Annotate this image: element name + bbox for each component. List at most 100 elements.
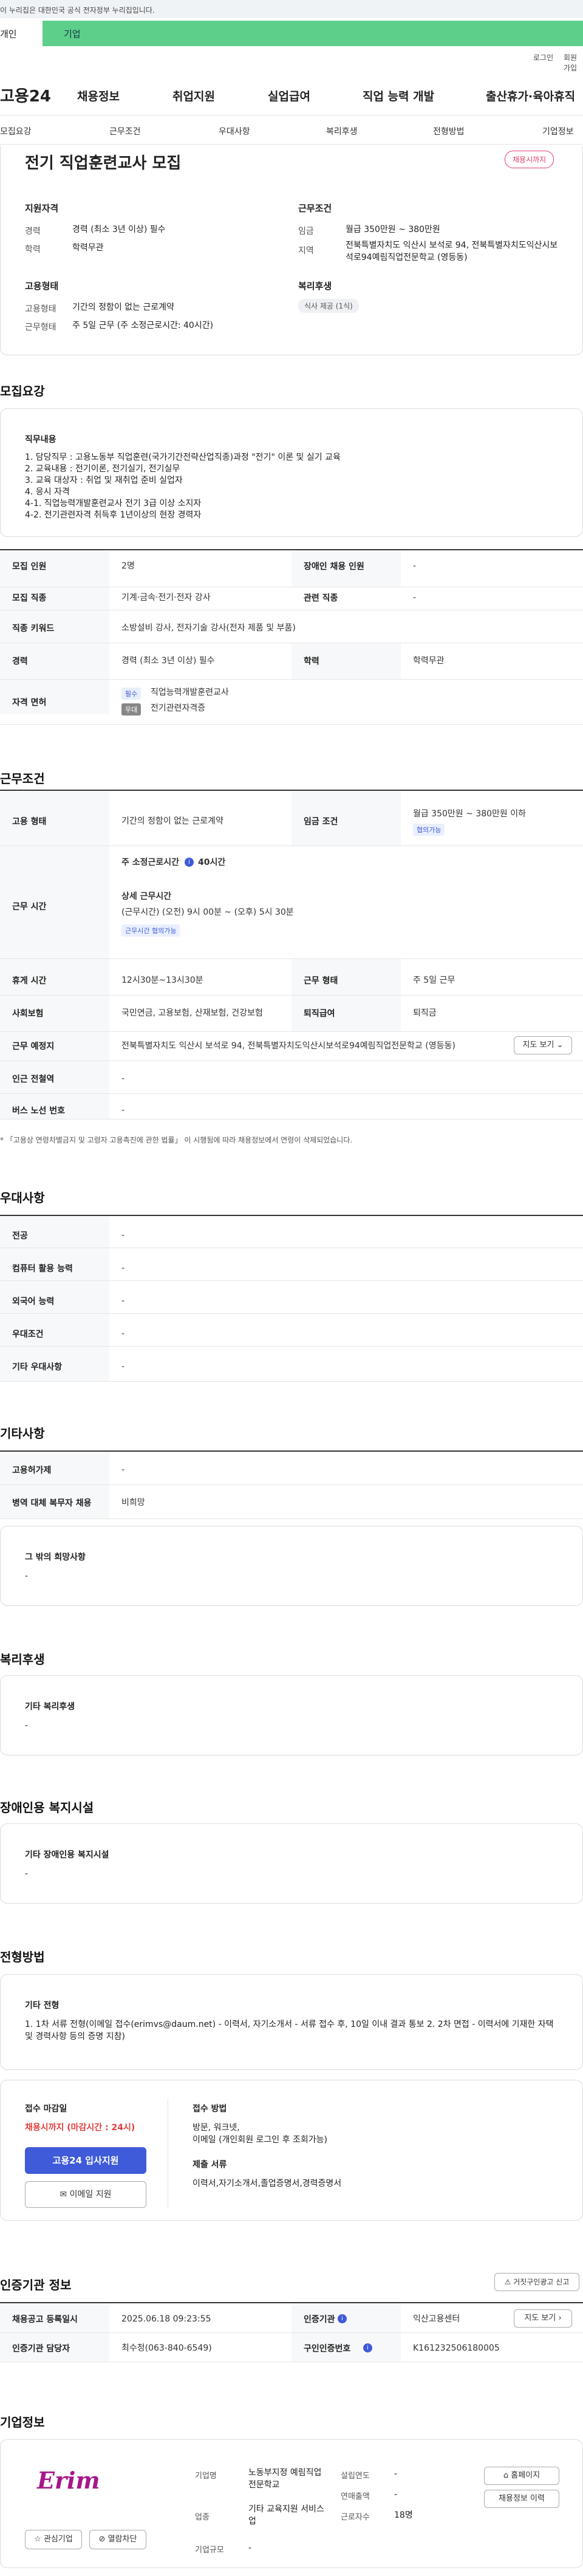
- menu-unemployment[interactable]: 실업급여: [268, 87, 310, 104]
- area-value: 전북특별자치도 익산시 보석로 94, 전북특별자치도익산시보석로94예림직업전…: [346, 241, 558, 262]
- cert-heading: 인증기관 정보: [0, 2278, 72, 2292]
- biz-label: 업종: [195, 2513, 210, 2522]
- time-week-value: 40시간: [198, 858, 226, 867]
- time-week-label: 주 소정근로시간: [121, 858, 180, 867]
- email-apply-button[interactable]: ✉ 이메일 지원: [25, 2181, 146, 2208]
- anchor-welfare[interactable]: 복리후생: [326, 125, 358, 137]
- time-detail-title: 상세 근무시간: [121, 892, 172, 901]
- duty-line: 2. 교육내용 : 전기이론, 전기실기, 전기실무: [25, 464, 180, 474]
- th-job-type: 모집 직종: [12, 593, 47, 603]
- tab-company[interactable]: 기업: [43, 21, 583, 46]
- info-icon[interactable]: i: [338, 2314, 347, 2323]
- career-label: 경력: [25, 227, 41, 236]
- biz-value: 기타 교육지원 서비스업: [248, 2504, 324, 2526]
- license-value-2: 전기관련자격증: [151, 703, 206, 713]
- etc-heading: 기타사항: [0, 1426, 45, 1441]
- deadline-title: 접수 마감일: [25, 2104, 67, 2114]
- anchor-company[interactable]: 기업정보: [542, 125, 574, 137]
- td-cert-no: K161232506180005: [413, 2343, 500, 2353]
- th-subway: 인근 전철역: [12, 1074, 55, 1084]
- history-button[interactable]: 채용정보 이력: [484, 2490, 559, 2508]
- info-icon[interactable]: i: [185, 858, 194, 867]
- duty-line: 3. 교육 대상자 : 취업 및 재취업 준비 실업자: [25, 476, 183, 485]
- block-icon: ⊘: [98, 2535, 106, 2544]
- menu-jobs[interactable]: 채용정보: [77, 87, 120, 104]
- welfare-heading: 복리후생: [298, 281, 332, 292]
- anchor-conditions[interactable]: 근무조건: [109, 125, 141, 137]
- work-value: 주 5일 근무 (주 소정근로시간: 40시간): [72, 321, 214, 330]
- etc-wish-card: 그 밖의 희망사항 -: [0, 1526, 583, 1606]
- block-company-button[interactable]: ⊘ 열람차단: [89, 2530, 146, 2549]
- td-permit: -: [121, 1465, 125, 1475]
- home-icon: ⌂: [503, 2471, 509, 2480]
- td-wage: 월급 350만원 ~ 380만원 이하: [413, 809, 527, 819]
- util-links: 로그인 회원가입: [0, 50, 583, 72]
- tab-personal[interactable]: 개인: [0, 21, 24, 46]
- scale-value: -: [248, 2543, 252, 2553]
- apply-button[interactable]: 고용24 입사지원: [25, 2147, 146, 2174]
- th-disabled-count: 장애인 채용 인원: [304, 562, 364, 572]
- status-badge: 채용시까지: [505, 151, 554, 168]
- star-icon: ☆: [34, 2535, 41, 2544]
- td-cert-manager: 최수정(063-840-6549): [121, 2343, 212, 2353]
- wage-label: 임금: [298, 227, 314, 236]
- career-value: 경력 (최소 3년 이상) 필수: [72, 225, 166, 234]
- docs-value: 이력서,자기소개서,졸업증명서,경력증명서: [193, 2179, 342, 2188]
- cert-map-button[interactable]: 지도 보기 ›: [514, 2309, 572, 2328]
- disabled-card: 기타 장애인용 복지시설 -: [0, 1823, 583, 1904]
- company-heading: 기업정보: [0, 2415, 45, 2430]
- site-logo[interactable]: 고용24: [0, 84, 51, 106]
- menu-parental-leave[interactable]: 출산휴가·육아휴직: [486, 87, 575, 104]
- menu-training[interactable]: 직업 능력 개발: [363, 87, 434, 104]
- favorite-company-button[interactable]: ☆ 관심기업: [25, 2530, 82, 2549]
- welfare-box-value: -: [25, 1721, 29, 1730]
- emp-value: 기간의 정함이 없는 근로계약: [72, 302, 174, 312]
- cond-heading: 근무조건: [298, 203, 332, 214]
- td-reg-date: 2025.06.18 09:23:55: [121, 2314, 211, 2324]
- company-name-label: 기업명: [195, 2472, 217, 2481]
- chevron-right-icon: ›: [558, 2314, 562, 2323]
- th-wage: 임금 조건: [304, 817, 338, 827]
- info-icon[interactable]: i: [363, 2343, 372, 2352]
- td-bus: -: [121, 1105, 125, 1115]
- process-etc-value: 1. 1차 서류 전형(이메일 접수(erimvs@daum.net) - 이력…: [25, 2020, 554, 2041]
- process-etc-card: 기타 전형 1. 1차 서류 전형(이메일 접수(erimvs@daum.net…: [0, 1974, 583, 2070]
- td-major: -: [121, 1231, 125, 1240]
- th-place: 근무 예정지: [12, 1042, 55, 1051]
- th-emp: 고용 형태: [12, 817, 47, 827]
- anchor-recruit[interactable]: 모집요강: [0, 125, 32, 137]
- td-cert-org: 익산고용센터: [413, 2314, 460, 2324]
- td-edu: 학력무관: [413, 656, 445, 666]
- emp-label: 고용형태: [25, 304, 56, 314]
- time-negotiable-tag: 근무시간 협의가능: [121, 924, 180, 937]
- emp-heading: 고용형태: [25, 281, 59, 292]
- th-computer: 컴퓨터 활용 능력: [12, 1264, 73, 1274]
- conditions-heading: 근무조건: [0, 771, 45, 786]
- th-permit: 고용허가제: [12, 1466, 52, 1475]
- td-computer: -: [121, 1263, 125, 1273]
- anchor-preference[interactable]: 우대사항: [219, 125, 250, 137]
- company-card: Erim ☆ 관심기업 ⊘ 열람차단 기업명 노동부지정 예림직업전문학교 업종…: [0, 2439, 583, 2568]
- welfare-card: 기타 복리후생 -: [0, 1675, 583, 1755]
- td-count: 2명: [121, 561, 135, 571]
- th-career: 경력: [12, 657, 28, 666]
- report-button[interactable]: ⚠ 거짓구인광고 신고: [494, 2273, 579, 2291]
- duty-card: 직무내용 1. 담당직무 : 고용노동부 직업훈련(국가기간전략산업직종)과정 …: [0, 408, 583, 537]
- th-major: 전공: [12, 1231, 28, 1241]
- th-military: 병역 대체 복무자 채용: [12, 1498, 92, 1508]
- process-etc-title: 기타 전형: [25, 2001, 60, 2011]
- login-link[interactable]: 로그인: [533, 52, 553, 63]
- th-insurance: 사회보험: [12, 1009, 44, 1019]
- homepage-button[interactable]: ⌂ 홈페이지: [484, 2467, 559, 2485]
- disabled-box-value: -: [25, 1869, 29, 1879]
- gov-banner-text: 이 누리집은 대한민국 공식 전자정부 누리집입니다.: [0, 6, 155, 15]
- map-button[interactable]: 지도 보기 ⌄: [514, 1036, 572, 1054]
- th-rest: 휴게 시간: [12, 976, 47, 986]
- method-value: 방문, 워크넷,: [193, 2123, 240, 2133]
- method-title: 접수 방법: [193, 2104, 227, 2114]
- menu-employment-support[interactable]: 취업지원: [172, 87, 215, 104]
- wish-title: 그 밖의 희망사항: [25, 1553, 86, 1562]
- disabled-box-title: 기타 장애인용 복지시설: [25, 1850, 109, 1860]
- gov-banner: 이 누리집은 대한민국 공식 전자정부 누리집입니다.: [0, 0, 583, 18]
- anchor-process[interactable]: 전형방법: [433, 125, 465, 137]
